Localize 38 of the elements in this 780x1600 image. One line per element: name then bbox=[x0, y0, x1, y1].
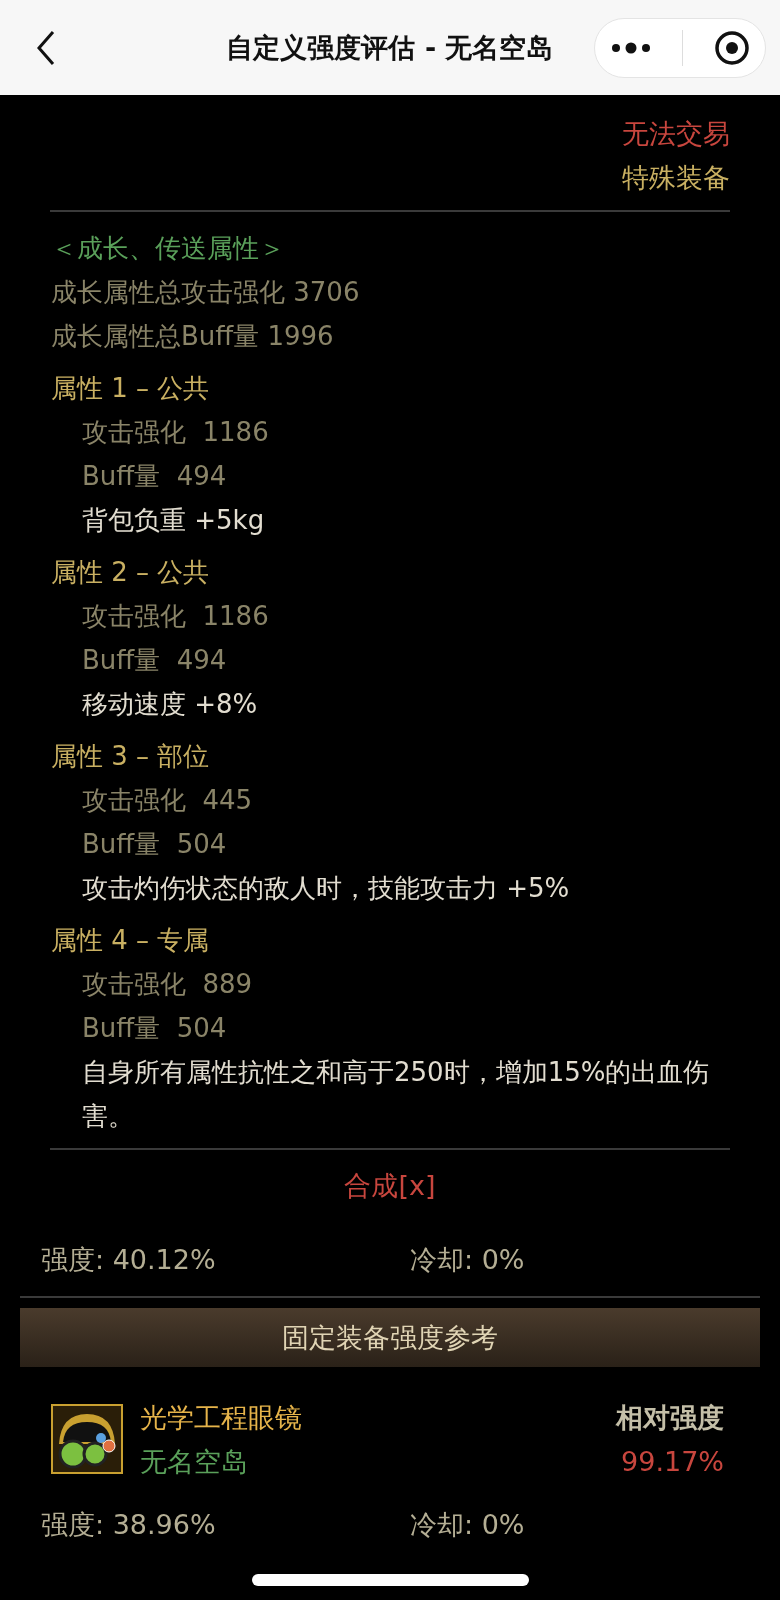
item-source: 无名空岛 bbox=[140, 1445, 249, 1479]
effect-text: 自身所有属性抗性之和高于250时，增加15%的出血伤害。 bbox=[81, 1056, 711, 1133]
attribute-title: 属性 4 – 专属 bbox=[51, 924, 211, 957]
effect-text: 攻击灼伤状态的敌人时，技能攻击力 +5% bbox=[81, 872, 571, 905]
goggles-icon bbox=[51, 1404, 123, 1474]
attribute-title: 属性 3 – 部位 bbox=[51, 740, 211, 773]
relative-label: 相对强度 bbox=[616, 1401, 724, 1435]
page-title: 自定义强度评估 - 无名空岛 bbox=[226, 30, 554, 65]
close-button[interactable] bbox=[713, 29, 750, 66]
effect-text: 移动速度 +8% bbox=[81, 688, 259, 721]
strength-value: 强度: 40.12% bbox=[41, 1243, 217, 1277]
total-line: 成长属性总攻击强化 3706 bbox=[51, 276, 361, 309]
item-tag: 特殊装备 bbox=[622, 156, 730, 200]
strength-value: 强度: 38.96% bbox=[41, 1508, 217, 1542]
attribute-title: 属性 1 – 公共 bbox=[51, 372, 211, 405]
stat-line: Buff量 504 bbox=[81, 1012, 228, 1045]
stat-line: 攻击强化 1186 bbox=[81, 416, 270, 449]
stat-line: Buff量 494 bbox=[81, 460, 228, 493]
section-title: ＜成长、传送属性＞ bbox=[51, 232, 286, 265]
stat-line: 攻击强化 445 bbox=[81, 784, 254, 817]
cooldown-value: 冷却: 0% bbox=[410, 1243, 526, 1277]
effect-text: 背包负重 +5kg bbox=[81, 504, 266, 537]
more-button[interactable] bbox=[610, 41, 651, 54]
synthesis-link[interactable]: 合成[x] bbox=[0, 1150, 780, 1238]
item-name: 光学工程眼镜 bbox=[140, 1401, 303, 1435]
relative-value: 99.17% bbox=[621, 1445, 724, 1479]
item-tag: 无法交易 bbox=[622, 112, 730, 156]
stat-line: 攻击强化 1186 bbox=[81, 600, 270, 633]
target-icon bbox=[713, 29, 750, 66]
back-icon bbox=[36, 29, 56, 66]
section-banner: 固定装备强度参考 bbox=[20, 1308, 760, 1367]
stat-line: Buff量 504 bbox=[81, 828, 228, 861]
stat-line: 攻击强化 889 bbox=[81, 968, 254, 1001]
cooldown-value: 冷却: 0% bbox=[410, 1508, 526, 1542]
more-icon bbox=[610, 41, 651, 54]
stat-line: Buff量 494 bbox=[81, 644, 228, 677]
total-line: 成长属性总Buff量 1996 bbox=[51, 320, 335, 353]
attribute-title: 属性 2 – 公共 bbox=[51, 556, 211, 589]
